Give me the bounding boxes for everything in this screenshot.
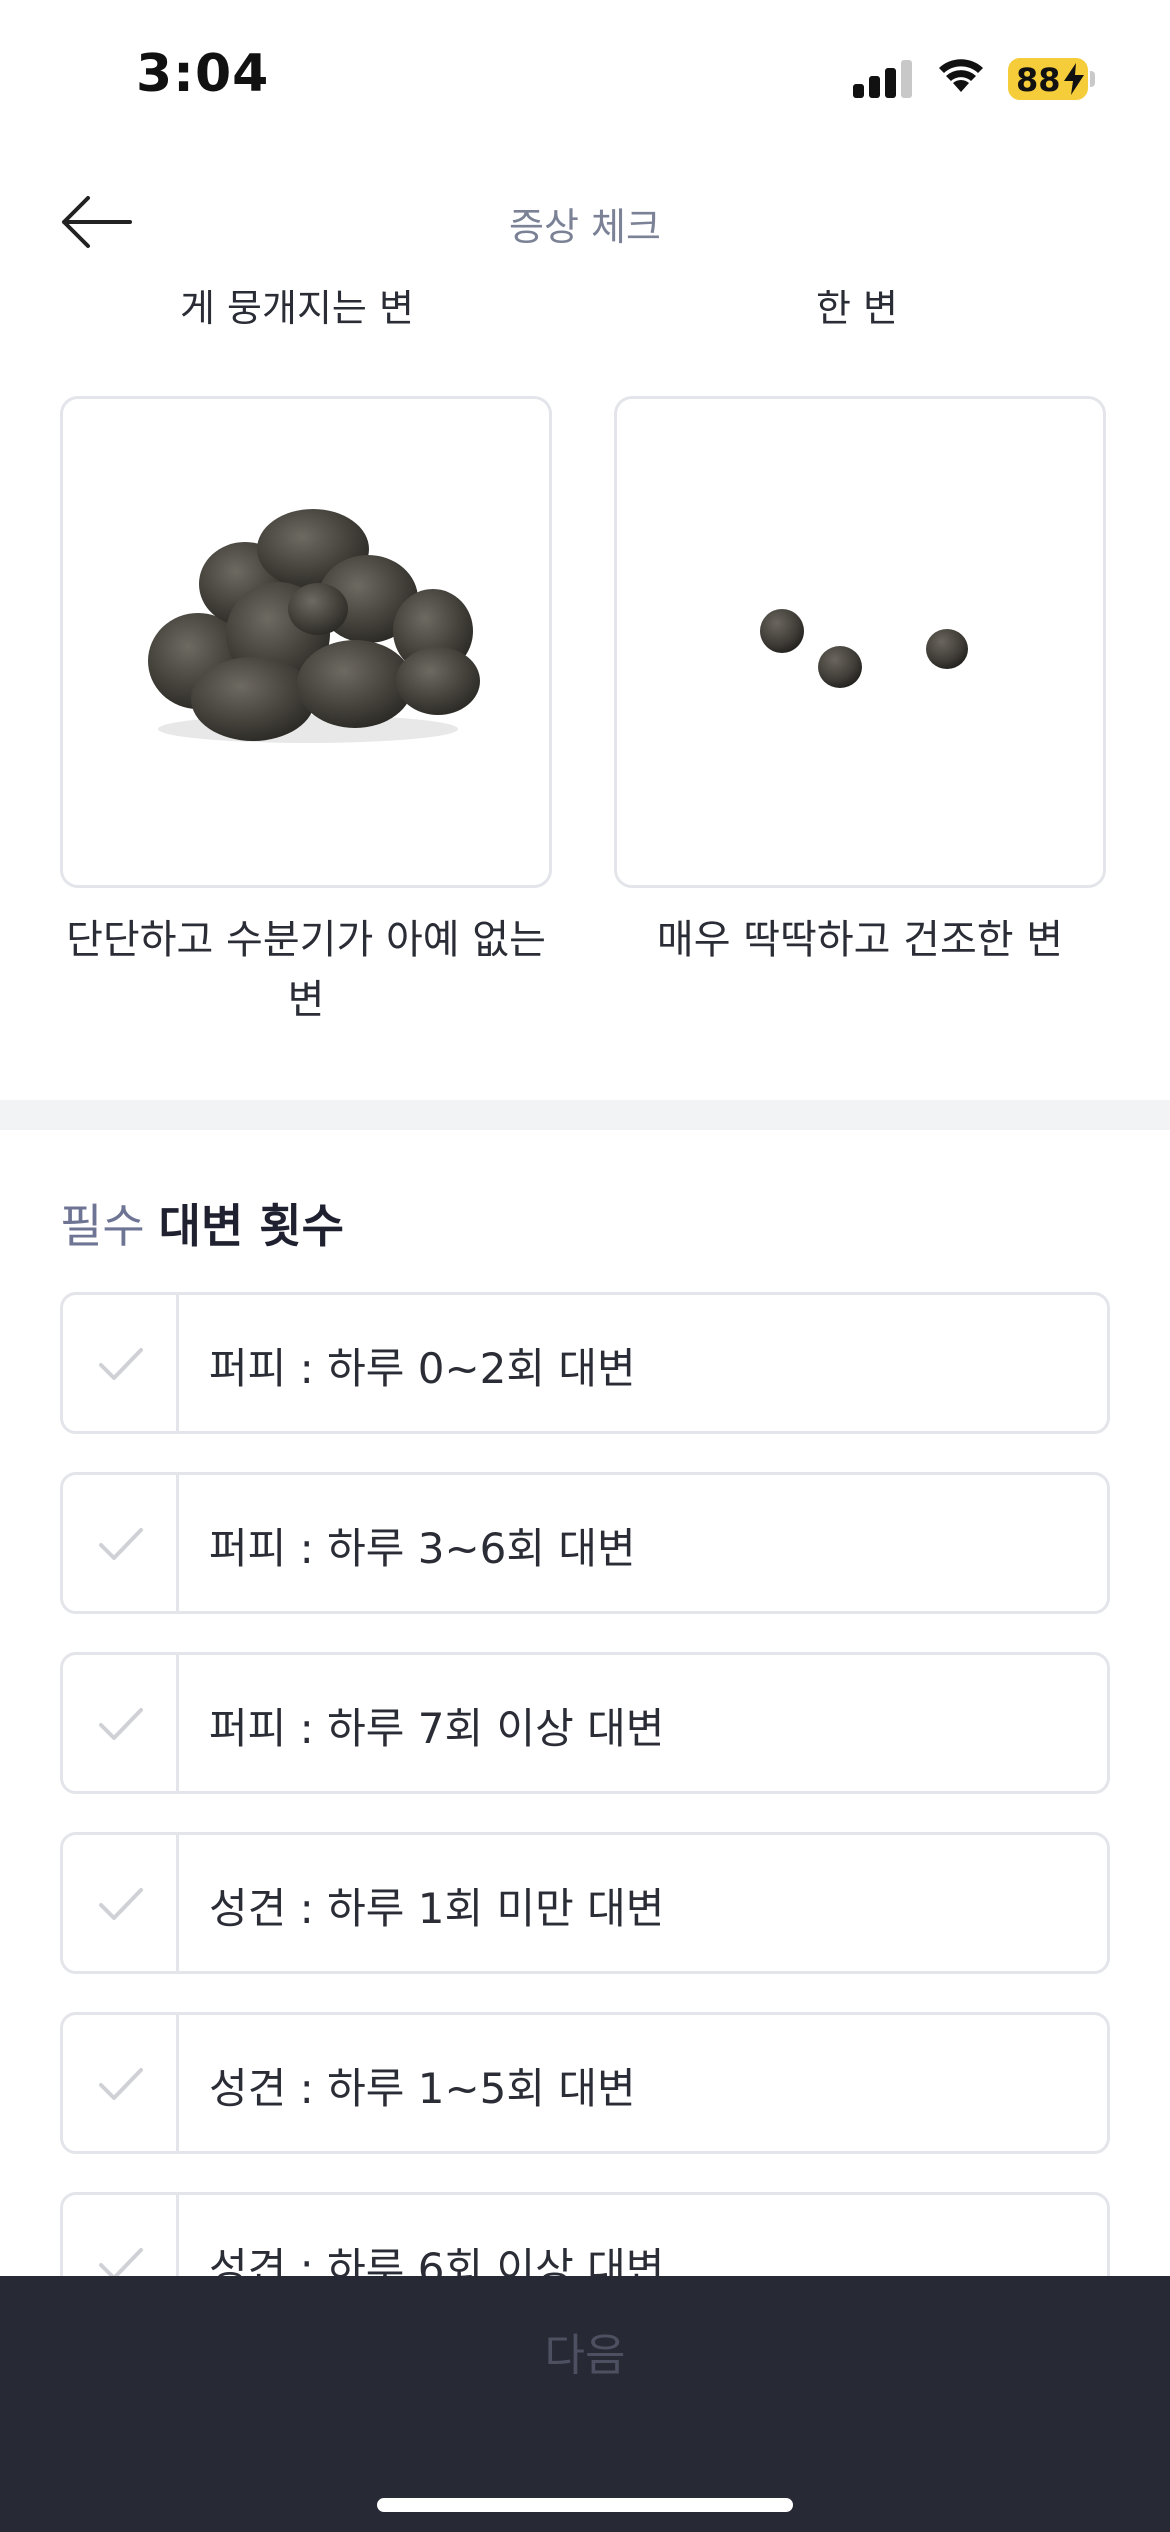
battery-nub: [1090, 71, 1095, 87]
section-title: 필수 대변 횟수: [60, 1190, 344, 1256]
frequency-option[interactable]: 퍼피 : 하루 0~2회 대변: [60, 1292, 1110, 1434]
stool-caption-pellet: 매우 딱딱하고 건조한 변: [656, 917, 1064, 963]
check-icon: [99, 1888, 143, 1920]
stool-option-card-pellet[interactable]: [614, 396, 1106, 888]
check-icon: [99, 1348, 143, 1380]
option-label: 퍼피 : 하루 7회 이상 대변: [209, 1704, 665, 1753]
charging-bolt-icon: [1064, 63, 1084, 95]
check-icon: [99, 1708, 143, 1740]
bottom-action-bar: 다음: [0, 2276, 1170, 2532]
option-checkbox[interactable]: [63, 1835, 179, 1971]
option-checkbox[interactable]: [63, 1475, 179, 1611]
option-label: 성견 : 하루 1~5회 대변: [209, 2064, 636, 2113]
required-badge: 필수: [60, 1199, 145, 1253]
home-indicator: [377, 2498, 793, 2512]
wifi-icon: [939, 59, 983, 92]
pellet-stool-image: [760, 609, 968, 688]
option-label: 성견 : 하루 1회 미만 대변: [209, 1884, 665, 1933]
option-label: 퍼피 : 하루 3~6회 대변: [209, 1524, 636, 1573]
frequency-option[interactable]: 성견 : 하루 1~5회 대변: [60, 2012, 1110, 2154]
section-divider: [0, 1100, 1170, 1130]
frequency-option[interactable]: 퍼피 : 하루 3~6회 대변: [60, 1472, 1110, 1614]
status-time: 3:04: [136, 44, 270, 104]
hard-dry-stool-image: [148, 509, 480, 743]
section-title-text: 대변 횟수: [158, 1199, 344, 1253]
option-checkbox[interactable]: [63, 1295, 179, 1431]
check-icon: [99, 1528, 143, 1560]
cellular-signal-icon: [853, 58, 915, 98]
frequency-option[interactable]: 퍼피 : 하루 7회 이상 대변: [60, 1652, 1110, 1794]
next-button[interactable]: 다음: [0, 2316, 1170, 2396]
battery-icon: 88: [1008, 58, 1088, 100]
option-checkbox[interactable]: [63, 2015, 179, 2151]
battery-level: 88: [1016, 61, 1061, 99]
check-icon: [99, 2068, 143, 2100]
status-bar: 3:04 88: [0, 0, 1170, 150]
option-label: 퍼피 : 하루 0~2회 대변: [209, 1344, 636, 1393]
stool-option-card-hard-dry[interactable]: [60, 396, 552, 888]
page-title: 증상 체크: [509, 205, 661, 249]
stool-caption-hard-dry: 단단하고 수분기가 아예 없는 변: [66, 917, 546, 1023]
option-checkbox[interactable]: [63, 1655, 179, 1791]
header: 증상 체크: [0, 150, 1170, 290]
frequency-option[interactable]: 성견 : 하루 1회 미만 대변: [60, 1832, 1110, 1974]
